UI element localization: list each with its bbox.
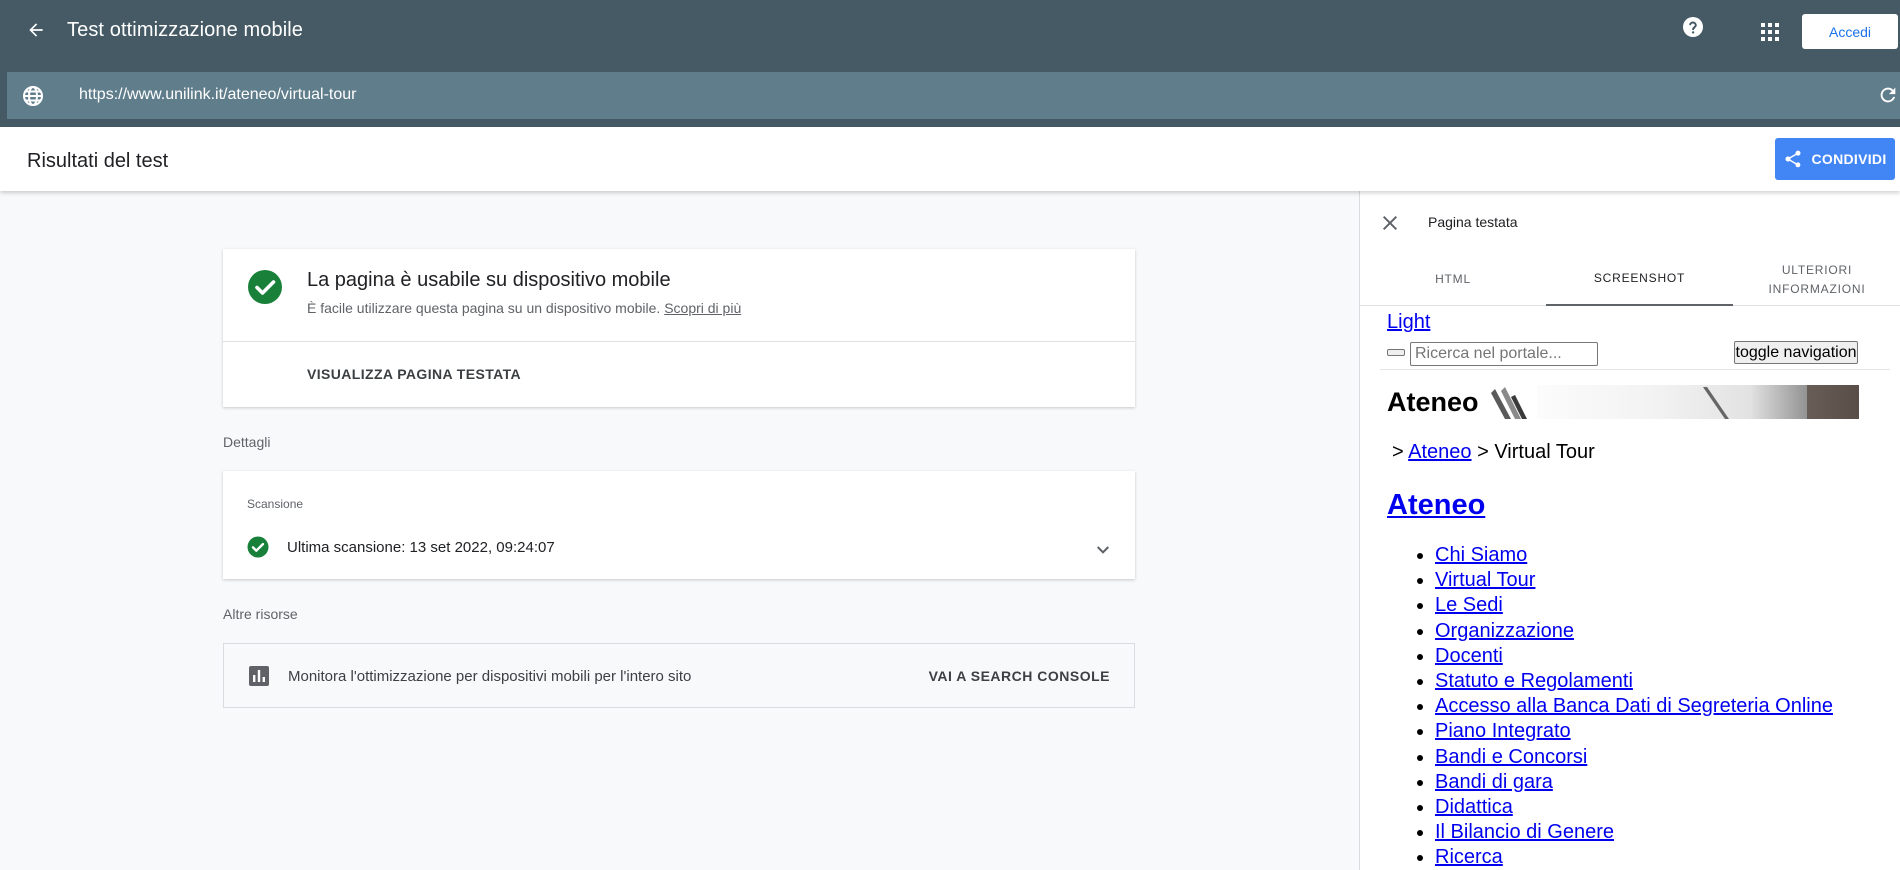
- tested-url[interactable]: https://www.unilink.it/ateneo/virtual-to…: [79, 86, 356, 104]
- share-icon: [1785, 150, 1801, 168]
- help-icon[interactable]: [1680, 14, 1706, 40]
- check-circle-icon: [247, 536, 269, 558]
- app-title: Test ottimizzazione mobile: [67, 19, 304, 41]
- list-item: Piano Integrato: [1435, 719, 1833, 744]
- sign-in-button[interactable]: Accedi: [1802, 14, 1898, 49]
- panel-tabs: HTML SCREENSHOT ULTERIORI INFORMAZIONI: [1360, 253, 1900, 306]
- result-heading: La pagina è usabile su dispositivo mobil…: [307, 269, 671, 291]
- menu-link[interactable]: Statuto e Regolamenti: [1435, 670, 1633, 692]
- small-button[interactable]: [1387, 349, 1405, 356]
- tab-screenshot[interactable]: SCREENSHOT: [1546, 253, 1733, 306]
- close-icon[interactable]: [1378, 211, 1402, 235]
- learn-more-link[interactable]: Scopri di più: [664, 300, 741, 316]
- menu-link[interactable]: Docenti: [1435, 645, 1503, 667]
- tab-html[interactable]: HTML: [1360, 253, 1546, 306]
- list-item: Bandi e Concorsi: [1435, 745, 1833, 770]
- breadcrumb-link[interactable]: Ateneo: [1408, 441, 1471, 463]
- list-item: Didattica: [1435, 795, 1833, 820]
- toggle-navigation-button[interactable]: toggle navigation: [1734, 341, 1858, 364]
- results-title: Risultati del test: [27, 150, 169, 172]
- list-item: Organizzazione: [1435, 619, 1833, 644]
- banner-word: Ateneo: [1387, 387, 1479, 417]
- portal-search-input[interactable]: [1410, 342, 1598, 366]
- other-resources-label: Altre risorse: [223, 606, 298, 622]
- light-link[interactable]: Light: [1387, 311, 1430, 334]
- results-header: Risultati del test CONDIVIDI: [0, 127, 1900, 191]
- divider: [223, 341, 1135, 342]
- page-heading-link[interactable]: Ateneo: [1387, 489, 1485, 522]
- menu-link[interactable]: Organizzazione: [1435, 620, 1574, 642]
- menu-link[interactable]: Le Sedi: [1435, 594, 1503, 616]
- bar-chart-icon: [249, 666, 269, 686]
- check-circle-icon: [247, 269, 283, 305]
- panel-title: Pagina testata: [1428, 214, 1518, 230]
- back-arrow-icon[interactable]: [20, 14, 52, 46]
- menu-link[interactable]: Chi Siamo: [1435, 544, 1527, 566]
- crawl-card[interactable]: Scansione Ultima scansione: 13 set 2022,…: [223, 471, 1135, 579]
- search-console-card: Monitora l'ottimizzazione per dispositiv…: [223, 643, 1135, 708]
- list-item: Il Bilancio di Genere: [1435, 820, 1833, 845]
- breadcrumb-separator: >: [1392, 441, 1404, 463]
- view-tested-page-button[interactable]: VISUALIZZA PAGINA TESTATA: [307, 366, 521, 382]
- url-bar: https://www.unilink.it/ateneo/virtual-to…: [7, 72, 1900, 119]
- result-description: È facile utilizzare questa pagina su un …: [307, 300, 741, 316]
- reload-icon[interactable]: [1877, 84, 1900, 108]
- menu-link[interactable]: Ricerca: [1435, 846, 1503, 868]
- list-item: Ricerca: [1435, 845, 1833, 870]
- search-console-link[interactable]: VAI A SEARCH CONSOLE: [929, 668, 1110, 684]
- details-label: Dettagli: [223, 434, 271, 450]
- menu-link[interactable]: Bandi e Concorsi: [1435, 746, 1587, 768]
- breadcrumb: > Ateneo > Virtual Tour: [1392, 441, 1595, 464]
- list-item: Statuto e Regolamenti: [1435, 669, 1833, 694]
- list-item: Accesso alla Banca Dati di Segreteria On…: [1435, 694, 1833, 719]
- menu-link[interactable]: Accesso alla Banca Dati di Segreteria On…: [1435, 695, 1833, 717]
- ateneo-banner: Ateneo: [1387, 385, 1859, 419]
- list-item: Bandi di gara: [1435, 770, 1833, 795]
- result-description-text: È facile utilizzare questa pagina su un …: [307, 300, 661, 316]
- divider: [1380, 369, 1890, 370]
- list-item: Docenti: [1435, 644, 1833, 669]
- crawl-section-label: Scansione: [247, 497, 304, 511]
- page-screenshot: Light toggle navigation: [1360, 307, 1900, 870]
- mobile-usable-card: La pagina è usabile su dispositivo mobil…: [223, 249, 1135, 407]
- globe-icon: [21, 84, 45, 108]
- share-button[interactable]: CONDIVIDI: [1775, 138, 1895, 180]
- monitor-text: Monitora l'ottimizzazione per dispositiv…: [288, 668, 692, 685]
- menu-link[interactable]: Bandi di gara: [1435, 771, 1553, 793]
- list-item: Virtual Tour: [1435, 568, 1833, 593]
- apps-grid-icon[interactable]: [1754, 16, 1786, 48]
- share-label: CONDIVIDI: [1811, 151, 1887, 167]
- tested-page-panel: Pagina testata HTML SCREENSHOT ULTERIORI…: [1359, 191, 1900, 870]
- menu-link[interactable]: Virtual Tour: [1435, 569, 1535, 591]
- tab-more-info[interactable]: ULTERIORI INFORMAZIONI: [1733, 253, 1900, 306]
- menu-link[interactable]: Didattica: [1435, 796, 1513, 818]
- menu-link[interactable]: Il Bilancio di Genere: [1435, 821, 1614, 843]
- app-bar: Test ottimizzazione mobile Accedi https:…: [0, 0, 1900, 127]
- menu-link[interactable]: Piano Integrato: [1435, 720, 1571, 742]
- breadcrumb-current: > Virtual Tour: [1477, 441, 1595, 463]
- menu-list: Chi Siamo Virtual Tour Le Sedi Organizza…: [1407, 543, 1833, 870]
- chevron-down-icon[interactable]: [1091, 537, 1115, 561]
- list-item: Le Sedi: [1435, 593, 1833, 618]
- list-item: Chi Siamo: [1435, 543, 1833, 568]
- last-crawl-text: Ultima scansione: 13 set 2022, 09:24:07: [287, 539, 555, 556]
